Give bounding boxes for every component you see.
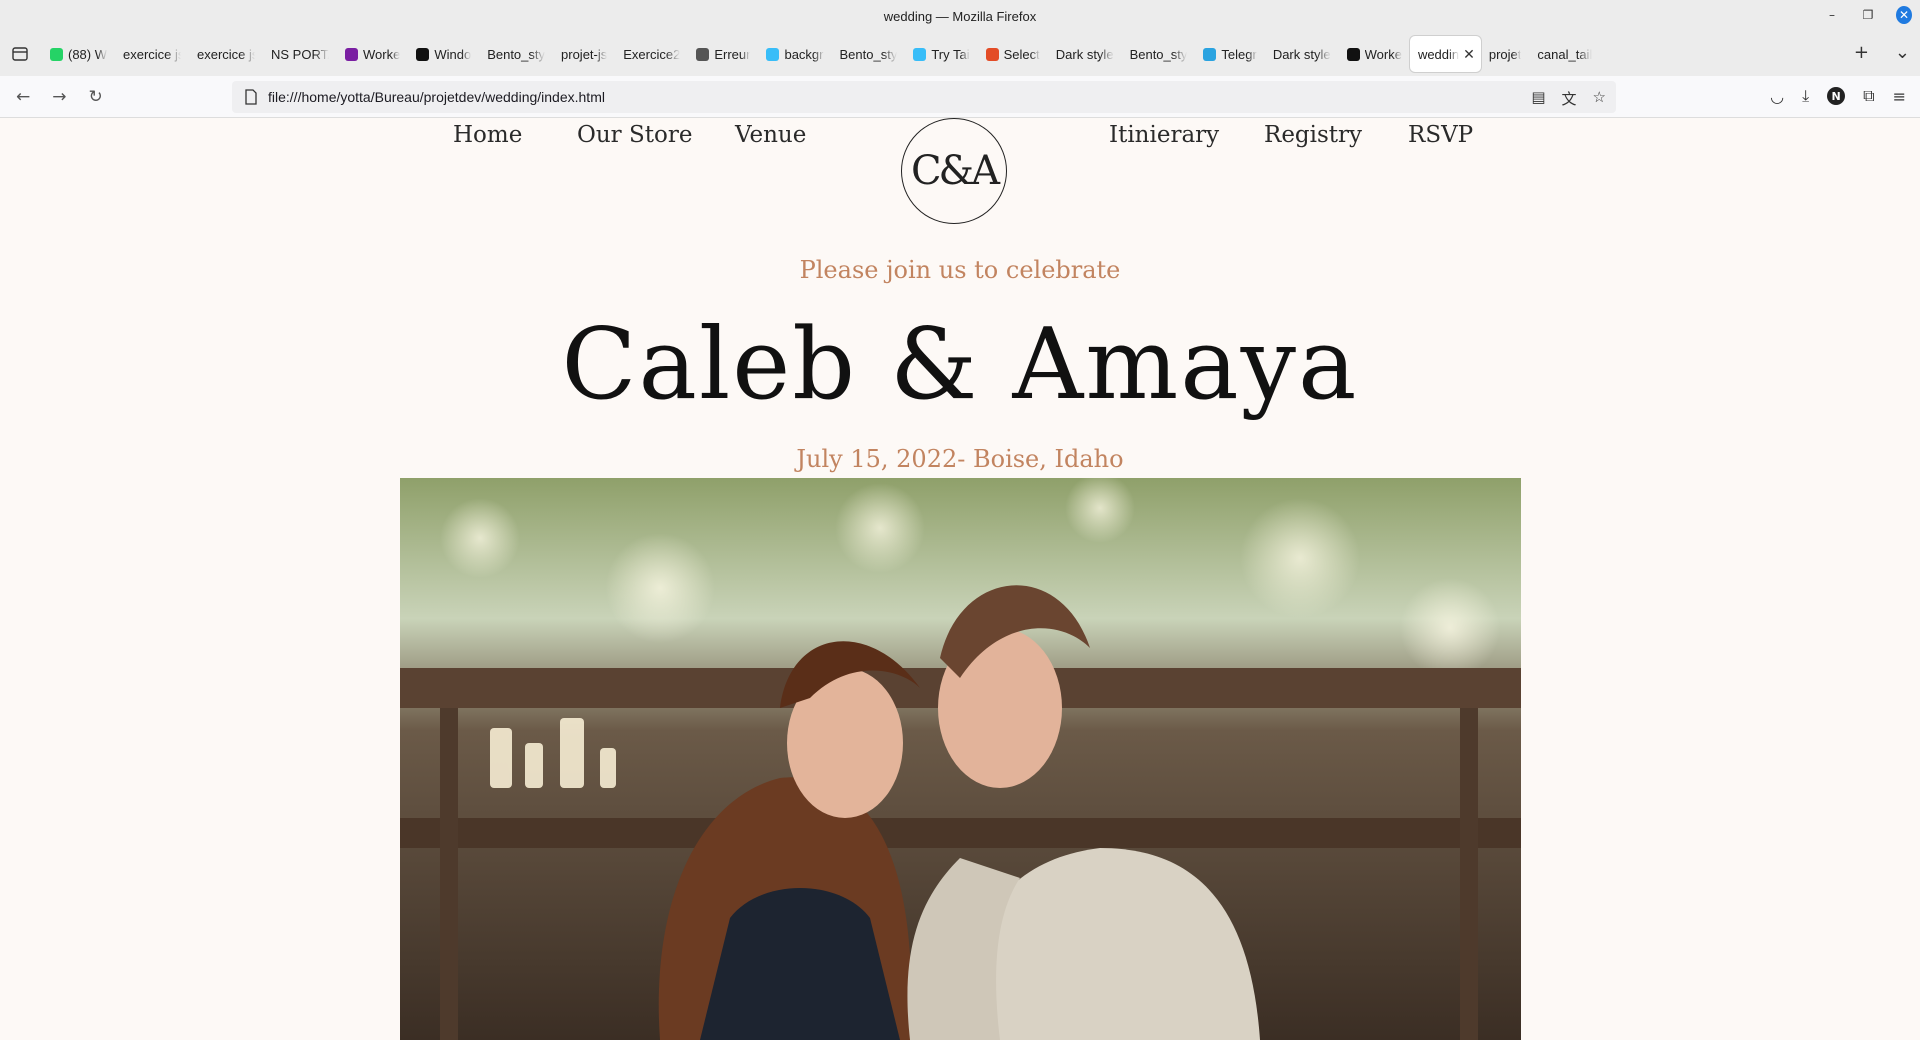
pocket-icon[interactable]: ◡ [1770, 87, 1784, 106]
tab-favicon-icon [416, 47, 430, 61]
browser-tab[interactable]: Bento_sty [479, 36, 553, 72]
browser-tab[interactable]: weddin ✕ [1409, 36, 1481, 72]
window-title: wedding — Mozilla Firefox [883, 8, 1037, 24]
url-bar[interactable]: file:///home/yotta/Bureau/projetdev/wedd… [232, 81, 1616, 113]
monogram-logo[interactable]: C&A [901, 118, 1007, 224]
nav-link-venue[interactable]: Venue [735, 122, 806, 148]
browser-tab[interactable]: backgr [758, 36, 831, 72]
toolbar-right: ◡ ⤓ N ⧉ ≡ [1770, 86, 1906, 106]
tab-label: exercice js [197, 46, 255, 62]
nav-link-registry[interactable]: Registry [1264, 122, 1362, 148]
browser-tab[interactable]: Windo [408, 36, 479, 72]
tab-favicon-icon [985, 47, 999, 61]
tab-label: Bento_sty [839, 46, 898, 62]
tab-label: projet-js [561, 46, 608, 62]
tab-favicon-icon [1203, 47, 1217, 61]
browser-tab[interactable]: Erreur [688, 36, 758, 72]
tab-label: (88) W [68, 46, 107, 62]
tab-label: Try Tai [931, 46, 970, 62]
forward-arrow-icon[interactable]: → [52, 87, 66, 107]
browser-tab[interactable]: Worke [1339, 36, 1410, 72]
tab-label: Bento_sty [487, 46, 546, 62]
site-nav: Home Our Store Venue C&A Itinierary Regi… [0, 118, 1920, 228]
browser-tab[interactable]: Bento_sty [1122, 36, 1196, 72]
reload-icon[interactable]: ↻ [89, 87, 103, 107]
tab-label: weddin [1417, 46, 1460, 62]
tab-overview-icon[interactable] [8, 42, 32, 66]
reader-view-icon[interactable]: ▤ [1531, 88, 1545, 109]
nav-buttons: ← → ↻ [0, 87, 230, 107]
tab-label: backgr [784, 46, 824, 62]
tab-label: canal_tail [1537, 46, 1593, 62]
browser-tab[interactable]: Dark style [1265, 36, 1339, 72]
browser-tab[interactable]: (88) W [42, 36, 115, 72]
browser-tab[interactable]: exercice js [189, 36, 263, 72]
tab-favicon-icon [766, 47, 780, 61]
new-tab-icon[interactable]: + [1854, 42, 1869, 63]
tab-favicon-icon [913, 47, 927, 61]
hero-photo [400, 478, 1521, 1040]
tab-bar: (88) W exercice js exercice js NS PORTA Work… [0, 32, 1920, 76]
browser-tab[interactable]: Try Tai [905, 36, 977, 72]
tab-favicon-icon [1346, 47, 1360, 61]
browser-tab[interactable]: Exercice2 [615, 36, 688, 72]
translate-icon[interactable]: 文 [1562, 88, 1577, 109]
url-text[interactable]: file:///home/yotta/Bureau/projetdev/wedd… [268, 89, 605, 105]
menu-icon[interactable]: ≡ [1893, 87, 1906, 106]
browser-tab[interactable]: Worke [337, 36, 408, 72]
tagline: Please join us to celebrate [799, 256, 1121, 284]
tab-favicon-icon [696, 47, 710, 61]
date-location: July 15, 2022- Boise, Idaho [796, 445, 1124, 473]
extensions-icon[interactable]: ⧉ [1863, 86, 1874, 106]
account-avatar[interactable]: N [1827, 87, 1846, 105]
tab-strip: (88) W exercice js exercice js NS PORTA Work… [42, 36, 1600, 72]
nav-link-home[interactable]: Home [453, 122, 522, 148]
browser-tab[interactable]: Select [978, 36, 1048, 72]
browser-tab[interactable]: Dark style [1048, 36, 1122, 72]
couple-names: Caleb & Amaya [561, 308, 1359, 422]
browser-tab[interactable]: NS PORTA [263, 36, 337, 72]
tab-close-icon[interactable]: ✕ [1463, 46, 1475, 63]
page-viewport: Home Our Store Venue C&A Itinierary Regi… [0, 118, 1920, 1040]
list-all-tabs-icon[interactable]: ⌄ [1895, 42, 1910, 63]
urlbar-actions: ▤ 文 ☆ [1531, 88, 1606, 109]
tab-label: Worke [363, 46, 401, 62]
close-window-icon[interactable]: ✕ [1896, 6, 1912, 24]
tab-label: projet [1488, 46, 1522, 62]
tab-favicon-icon [50, 47, 63, 61]
tab-label: Exercice2 [623, 46, 681, 62]
bookmark-star-icon[interactable]: ☆ [1593, 88, 1606, 109]
browser-tab[interactable]: Telegr [1195, 36, 1264, 72]
browser-tab[interactable]: Bento_sty [832, 36, 906, 72]
tab-label: Windo [434, 46, 472, 62]
tab-label: Dark style [1055, 46, 1114, 62]
tabbar-actions: + ⌄ [1854, 42, 1910, 63]
window-titlebar: wedding — Mozilla Firefox – ❐ ✕ [0, 0, 1920, 32]
tab-label: NS PORTA [271, 46, 329, 62]
nav-toolbar: ← → ↻ file:///home/yotta/Bureau/projetde… [0, 76, 1920, 118]
window-controls: – ❐ ✕ [1824, 6, 1912, 24]
page-icon [245, 89, 257, 105]
browser-tab[interactable]: projet [1481, 36, 1530, 72]
browser-tab[interactable]: projet-js [553, 36, 615, 72]
tab-label: Worke [1364, 46, 1402, 62]
minimize-icon[interactable]: – [1824, 8, 1840, 22]
tab-label: Select [1003, 46, 1040, 62]
tab-label: Erreur [714, 46, 751, 62]
browser-tab[interactable]: canal_tail [1529, 36, 1600, 72]
tab-label: Telegr [1221, 46, 1257, 62]
nav-link-rsvp[interactable]: RSVP [1408, 122, 1473, 148]
tab-label: Bento_sty [1129, 46, 1188, 62]
nav-link-itinierary[interactable]: Itinierary [1109, 122, 1219, 148]
download-icon[interactable]: ⤓ [1802, 86, 1809, 106]
tab-favicon-icon [345, 47, 358, 61]
nav-link-our-store[interactable]: Our Store [577, 122, 692, 148]
back-arrow-icon[interactable]: ← [16, 87, 30, 107]
tab-label: Dark style [1272, 46, 1331, 62]
tab-label: exercice js [123, 46, 181, 62]
browser-tab[interactable]: exercice js [115, 36, 189, 72]
restore-icon[interactable]: ❐ [1860, 8, 1876, 22]
